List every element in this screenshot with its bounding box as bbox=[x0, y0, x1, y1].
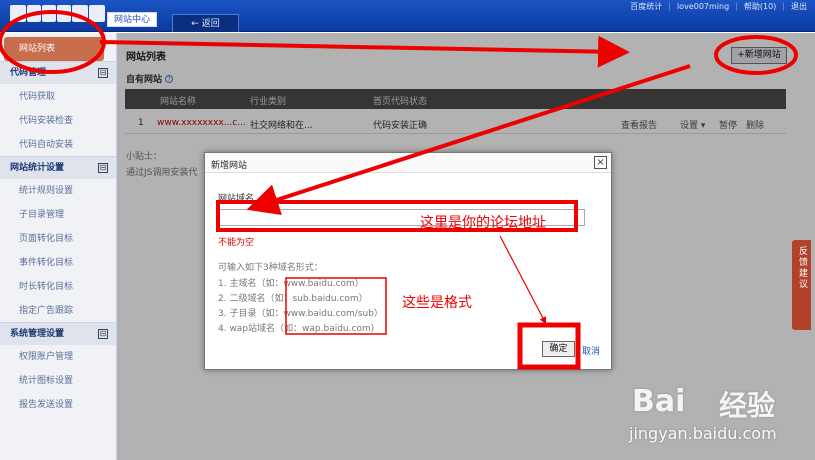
arrow-to-domain-input bbox=[246, 64, 691, 216]
watermark-brand2: 经验 bbox=[719, 389, 776, 422]
annotation-formats: 这些是格式 bbox=[402, 295, 472, 311]
screen: 网站中心 ← 返回 百度统计 | love007ming | 帮助(10) | 退出 … bbox=[0, 0, 815, 460]
highlight-box-confirm bbox=[517, 322, 581, 370]
highlight-ellipse-add-site bbox=[714, 35, 798, 75]
arrow-to-add-site bbox=[99, 35, 630, 68]
annotation-forum-address: 这里是你的论坛地址 bbox=[420, 215, 546, 231]
highlight-box-formats bbox=[285, 277, 387, 335]
watermark-brand: Bai bbox=[632, 384, 686, 419]
arrow-to-confirm bbox=[499, 235, 547, 325]
baidu-jingyan-watermark: Bai 经验 jingyan.baidu.com bbox=[624, 382, 804, 454]
watermark-url: jingyan.baidu.com bbox=[629, 424, 777, 443]
highlight-ellipse-site-list bbox=[0, 10, 106, 74]
